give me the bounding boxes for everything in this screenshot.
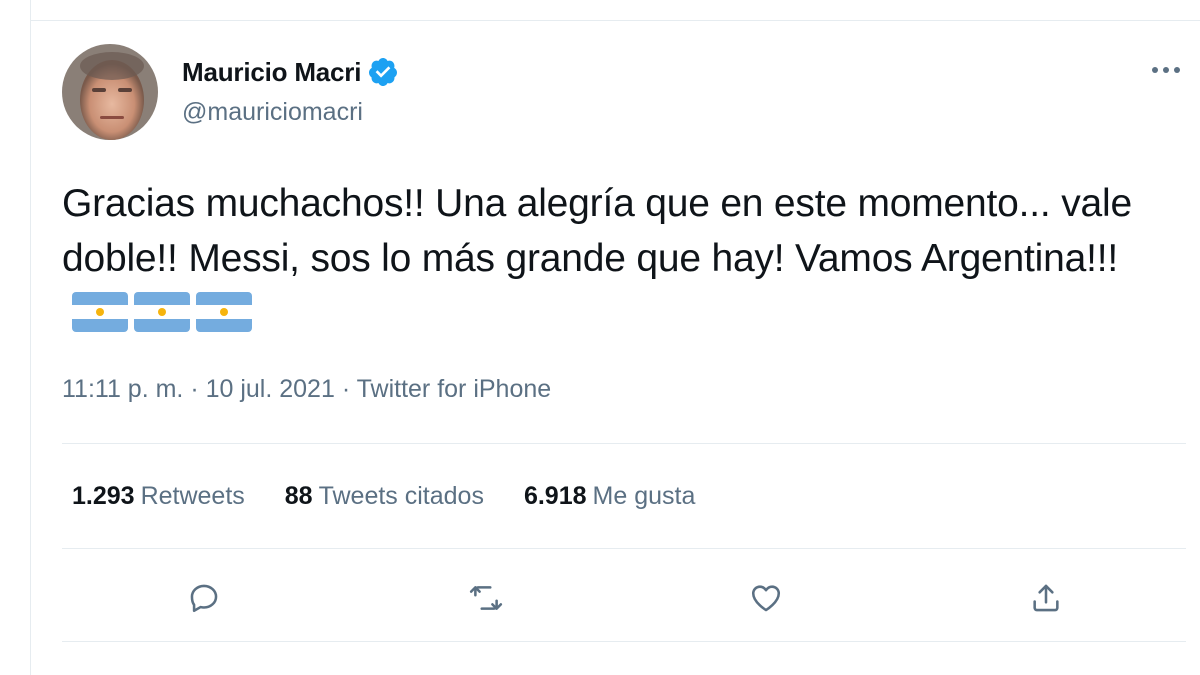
divider	[62, 641, 1186, 642]
retweets-stat[interactable]: 1.293 Retweets	[72, 482, 245, 511]
tweet-body: Gracias muchachos!! Una alegría que en e…	[62, 182, 1132, 280]
likes-count: 6.918	[523, 482, 587, 510]
retweet-icon[interactable]	[466, 578, 506, 618]
more-options-icon[interactable]	[1148, 58, 1184, 82]
tweet-source[interactable]: Twitter for iPhone	[357, 375, 552, 403]
like-icon[interactable]	[746, 578, 786, 618]
retweets-label: Retweets	[140, 482, 245, 510]
verified-badge-icon	[369, 58, 398, 86]
author-display-name[interactable]: Mauricio Macri	[182, 57, 361, 88]
meta-separator: ·	[334, 375, 357, 403]
tweet-meta: 11:11 p. m. · 10 jul. 2021 · Twitter for…	[62, 375, 551, 404]
flag-emojis	[72, 292, 252, 332]
quotes-stat[interactable]: 88 Tweets citados	[285, 482, 484, 511]
quotes-label: Tweets citados	[318, 482, 484, 510]
likes-label: Me gusta	[592, 482, 696, 510]
reply-icon[interactable]	[184, 578, 224, 618]
tweet-stats: 1.293 Retweets 88 Tweets citados 6.918 Me g…	[72, 482, 695, 511]
divider	[62, 548, 1186, 549]
author-handle[interactable]: @mauriciomacri	[182, 98, 363, 127]
tweet-text: Gracias muchachos!! Una alegría que en e…	[62, 176, 1172, 341]
meta-separator: ·	[183, 375, 206, 403]
author-name-row[interactable]: Mauricio Macri	[182, 56, 399, 88]
tweet-date[interactable]: 10 jul. 2021	[206, 375, 335, 403]
avatar[interactable]	[62, 44, 158, 140]
argentina-flag-emoji	[72, 292, 128, 332]
argentina-flag-emoji	[134, 292, 190, 332]
top-border	[30, 20, 1200, 21]
divider	[62, 443, 1186, 444]
quotes-count: 88	[284, 482, 313, 510]
likes-stat[interactable]: 6.918 Me gusta	[524, 482, 695, 511]
retweets-count: 1.293	[72, 482, 135, 510]
tweet-time[interactable]: 11:11 p. m.	[62, 375, 183, 403]
argentina-flag-emoji	[196, 292, 252, 332]
share-icon[interactable]	[1026, 578, 1066, 618]
